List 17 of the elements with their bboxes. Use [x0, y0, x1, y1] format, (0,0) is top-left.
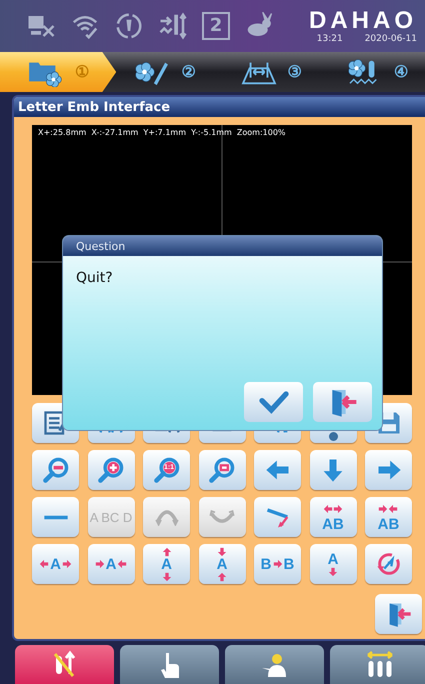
tool-button[interactable]: A — [198, 544, 246, 584]
dialog-message: Quit? — [76, 270, 114, 286]
tool-button[interactable]: A — [310, 544, 356, 584]
tool-button[interactable]: A — [143, 544, 190, 584]
coordinate-readout: X+:25.8mm X-:-27.1mm Y+:7.1mm Y-:-5.1mm Zoom:100% — [38, 128, 286, 137]
tool-button[interactable]: B B — [254, 544, 301, 584]
date: 2020-06-11 — [364, 34, 417, 44]
tool-button[interactable]: A — [32, 544, 79, 584]
clock: 13:21 — [316, 34, 343, 44]
panel-title: Letter Emb Interface — [14, 97, 425, 117]
tool-button[interactable]: AB — [310, 497, 356, 537]
dialog-title: Question — [63, 236, 382, 256]
brand-logo: DAHAO — [309, 8, 417, 34]
channel-indicator: 2 — [202, 12, 230, 40]
tool-button[interactable]: A — [88, 544, 134, 584]
tool-button[interactable]: AB — [365, 497, 412, 537]
step-tab[interactable]: ① — [0, 52, 116, 92]
